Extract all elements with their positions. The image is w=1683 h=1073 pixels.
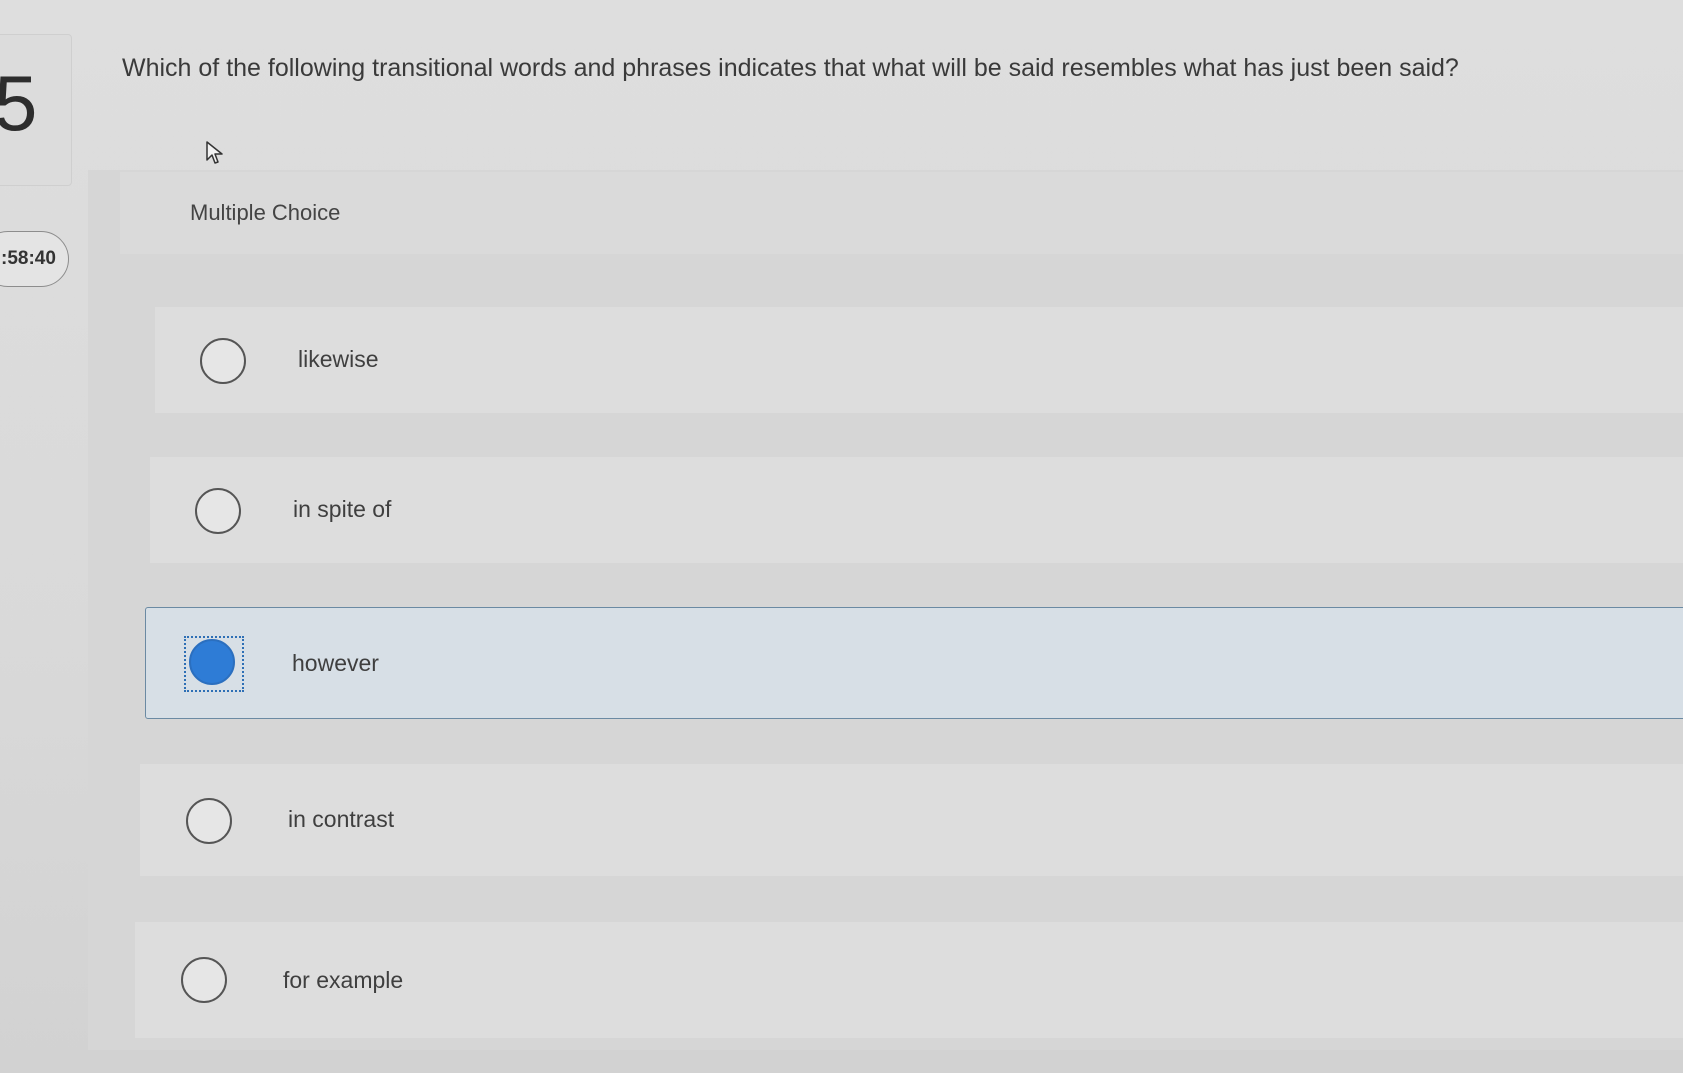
question-number: 5 — [0, 59, 38, 147]
panel-header — [120, 172, 1683, 254]
question-type-label: Multiple Choice — [190, 200, 341, 225]
answer-option-label: however — [292, 650, 379, 676]
answer-option-label: for example — [283, 967, 404, 993]
answer-option-label: in spite of — [293, 496, 392, 522]
question-text: Which of the following transitional word… — [122, 54, 1459, 82]
radio-button-checked[interactable] — [189, 639, 235, 685]
answer-option-however[interactable]: however — [145, 607, 1683, 719]
radio-button[interactable] — [181, 957, 227, 1003]
timer-badge: :58:40 — [0, 231, 69, 287]
answer-option-in-contrast[interactable]: in contrast — [140, 764, 1683, 876]
answer-option-likewise[interactable]: likewise — [155, 307, 1683, 413]
mouse-pointer-icon — [206, 141, 223, 164]
radio-button[interactable] — [200, 338, 246, 384]
answer-option-label: in contrast — [288, 806, 395, 832]
radio-button[interactable] — [195, 488, 241, 534]
radio-button[interactable] — [186, 798, 232, 844]
answer-option-for-example[interactable]: for example — [135, 922, 1683, 1038]
answer-option-label: likewise — [298, 346, 379, 372]
answer-option-in-spite-of[interactable]: in spite of — [150, 457, 1683, 563]
